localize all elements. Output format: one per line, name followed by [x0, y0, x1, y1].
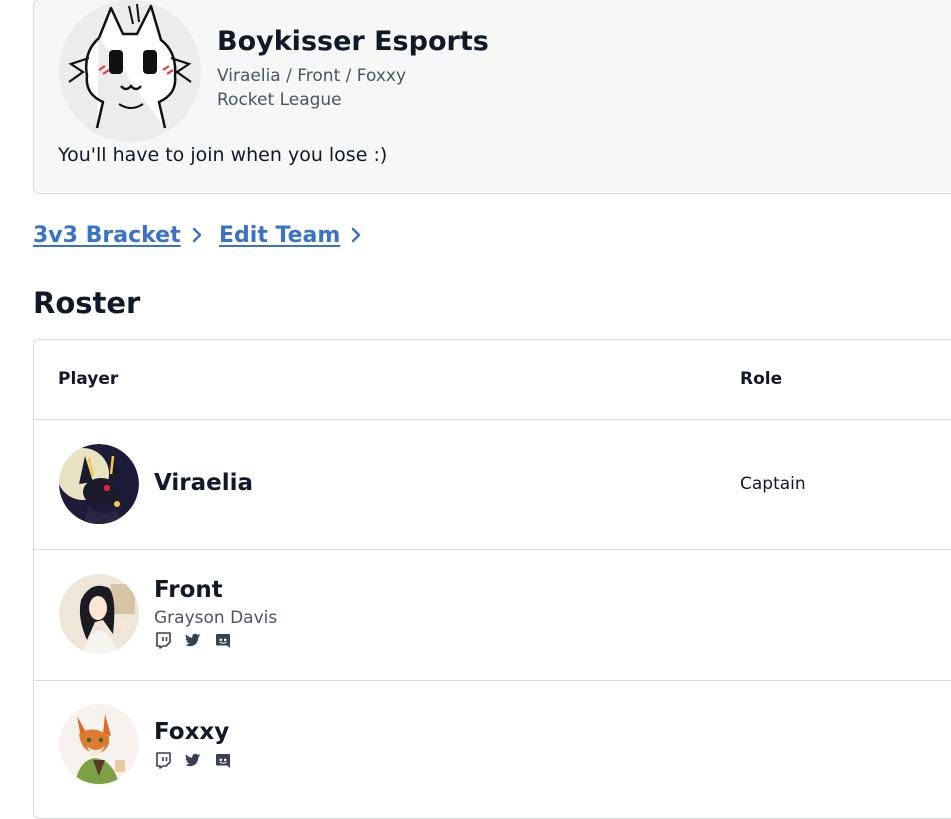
team-game: Rocket League: [217, 90, 342, 110]
bracket-link-label: 3v3 Bracket: [33, 222, 181, 248]
table-header: Player Role: [34, 340, 951, 420]
player-socials: [154, 631, 232, 649]
edit-team-link[interactable]: Edit Team: [219, 220, 362, 250]
table-row: Front Grayson Davis: [34, 550, 951, 681]
umbreon-avatar-icon: [59, 444, 139, 524]
discord-icon[interactable]: [214, 751, 232, 769]
team-name: Boykisser Esports: [217, 26, 489, 57]
team-logo: [59, 0, 201, 142]
chevron-right-icon: [192, 227, 201, 243]
edit-team-link-label: Edit Team: [219, 222, 341, 248]
bracket-link[interactable]: 3v3 Bracket: [33, 220, 203, 250]
twitter-icon[interactable]: [184, 631, 202, 649]
roster-table: Player Role Viraelia Captain Front Grays…: [33, 339, 951, 819]
player-role: Captain: [740, 474, 806, 494]
cartoon-cat-logo-icon: [59, 0, 201, 142]
column-role: Role: [740, 369, 783, 389]
table-row: Foxxy: [34, 681, 951, 818]
roster-title: Roster: [33, 286, 141, 320]
team-description-text: You'll have to join when you lose :): [58, 144, 388, 166]
discord-icon[interactable]: [214, 631, 232, 649]
twitter-icon[interactable]: [184, 751, 202, 769]
chevron-right-icon: [352, 227, 361, 243]
twitch-icon[interactable]: [154, 751, 172, 769]
player-name[interactable]: Foxxy: [154, 719, 229, 745]
player-real-name: Grayson Davis: [154, 608, 278, 628]
team-players: Viraelia / Front / Foxxy: [217, 66, 407, 86]
player-name[interactable]: Viraelia: [154, 470, 253, 496]
player-name[interactable]: Front: [154, 577, 223, 603]
fox-avatar-icon: [59, 704, 139, 784]
anime-girl-avatar-icon: [59, 574, 139, 654]
twitch-icon[interactable]: [154, 631, 172, 649]
player-socials: [154, 751, 232, 769]
table-row: Viraelia Captain: [34, 420, 951, 550]
column-player: Player: [58, 369, 119, 389]
